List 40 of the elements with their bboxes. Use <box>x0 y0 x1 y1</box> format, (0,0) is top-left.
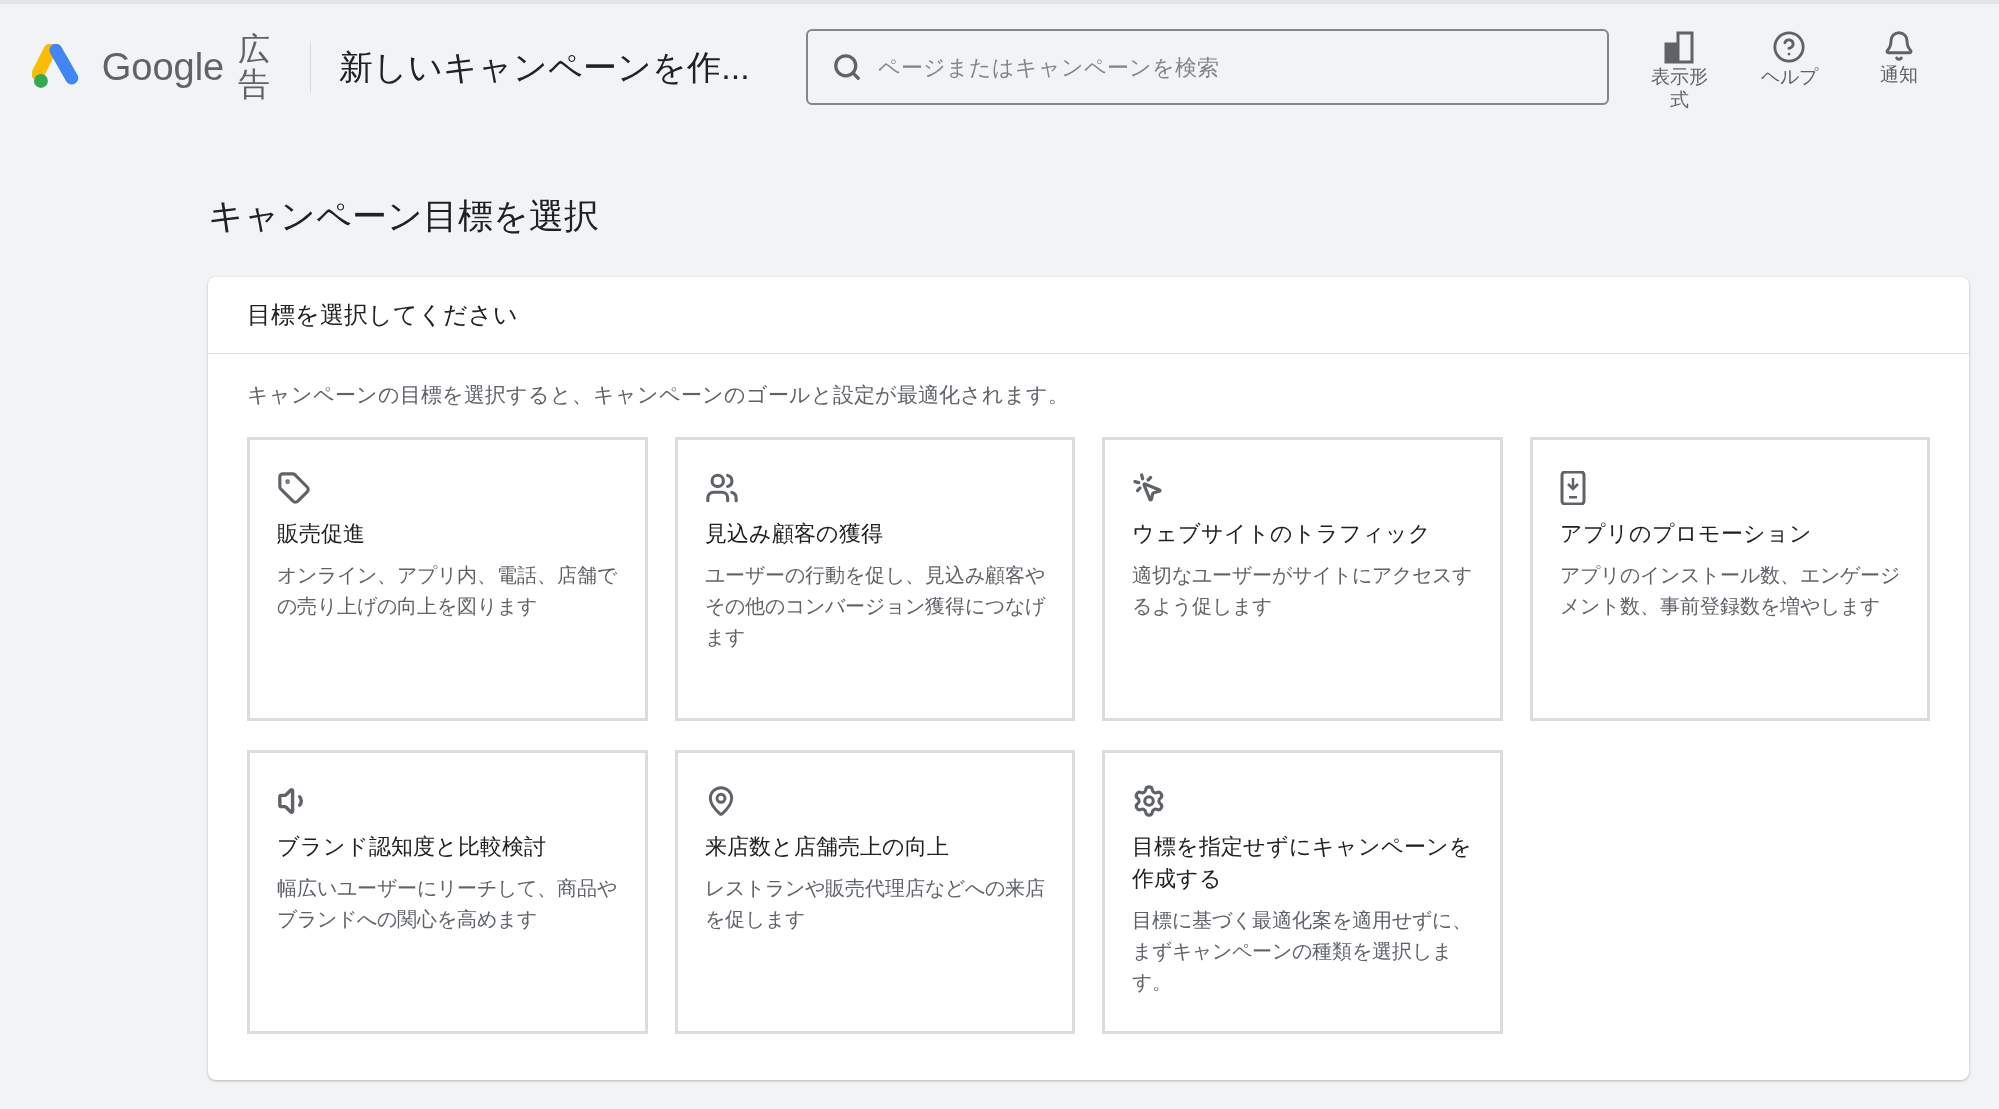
goal-card[interactable]: ウェブサイトのトラフィック 適切なユーザーがサイトにアクセスするよう促します <box>1102 436 1503 721</box>
goal-title: アプリのプロモーション <box>1559 519 1812 548</box>
cursor-click-icon <box>1132 471 1164 504</box>
goal-description: アプリのインストール数、エンゲージメント数、事前登録数を増やします <box>1559 562 1900 619</box>
toolbar-button[interactable]: ヘルプ <box>1739 22 1839 89</box>
brand-name: Google <box>101 44 225 90</box>
product-name: 広告 <box>238 31 271 103</box>
goal-title: ブランド認知度と比較検討 <box>277 832 546 861</box>
goal-description: 幅広いユーザーにリーチして、商品やブランドへの関心を高めます <box>277 875 618 932</box>
goal-title: 販売促進 <box>277 519 365 548</box>
goal-card[interactable]: 見込み顧客の獲得 ユーザーの行動を促し、見込み顧客やその他のコンバージョン獲得につなげます <box>674 436 1075 721</box>
goal-card[interactable]: アプリのプロモーション アプリのインストール数、エンゲージメント数、事前登録数を増やします <box>1529 436 1930 721</box>
goal-description: 適切なユーザーがサイトにアクセスするよう促します <box>1132 562 1473 619</box>
panel-description: キャンペーンの目標を選択すると、キャンペーンのゴールと設定が最適化されます。 <box>246 382 1070 408</box>
page-title: 新しいキャンペーンを作... <box>339 46 750 88</box>
bell-icon <box>1883 30 1915 63</box>
goal-title: 目標を指定せずにキャンペーンを作成する <box>1132 832 1473 893</box>
toolbar-button[interactable]: 通知 <box>1849 22 1949 87</box>
goal-description: オンライン、アプリ内、電話、店舗での売り上げの向上を図ります <box>277 562 618 619</box>
search-icon <box>831 52 862 82</box>
tag-icon <box>277 470 311 505</box>
goal-title: ウェブサイトのトラフィック <box>1132 519 1431 548</box>
goal-description: 目標に基づく最適化案を適用せずに、まずキャンペーンの種類を選択します。 <box>1132 907 1473 995</box>
settings-icon <box>1132 783 1166 818</box>
layout-icon <box>1663 30 1695 65</box>
page-heading: キャンペーン目標を選択 <box>208 198 600 233</box>
phone-download-icon <box>1559 470 1586 505</box>
goal-title: 見込み顧客の獲得 <box>704 519 883 548</box>
goal-card[interactable]: 来店数と店舗売上の向上 レストランや販売代理店などへの来店を促します <box>674 749 1075 1034</box>
goal-card[interactable]: ブランド認知度と比較検討 幅広いユーザーにリーチして、商品やブランドへの関心を高めます <box>247 749 648 1034</box>
goal-card[interactable]: 販売促進 オンライン、アプリ内、電話、店舗での売り上げの向上を図ります <box>247 436 648 721</box>
goal-title: 来店数と店舗売上の向上 <box>704 832 949 861</box>
search-input[interactable]: ページまたはキャンペーンを検索 <box>877 50 1583 84</box>
search-field[interactable]: ページまたはキャンペーンを検索 <box>805 29 1609 105</box>
goal-description: ユーザーの行動を促し、見込み顧客やその他のコンバージョン獲得につなげます <box>704 562 1045 650</box>
goal-description: レストランや販売代理店などへの来店を促します <box>704 875 1045 932</box>
help-icon <box>1772 30 1806 65</box>
toolbar-button[interactable]: 表示形式 <box>1629 22 1729 112</box>
goal-card[interactable]: 目標を指定せずにキャンペーンを作成する 目標に基づく最適化案を適用せずに、まずキャンペーンの種類を選択します。 <box>1102 749 1503 1034</box>
panel-title: 目標を選択してください <box>208 277 1969 354</box>
